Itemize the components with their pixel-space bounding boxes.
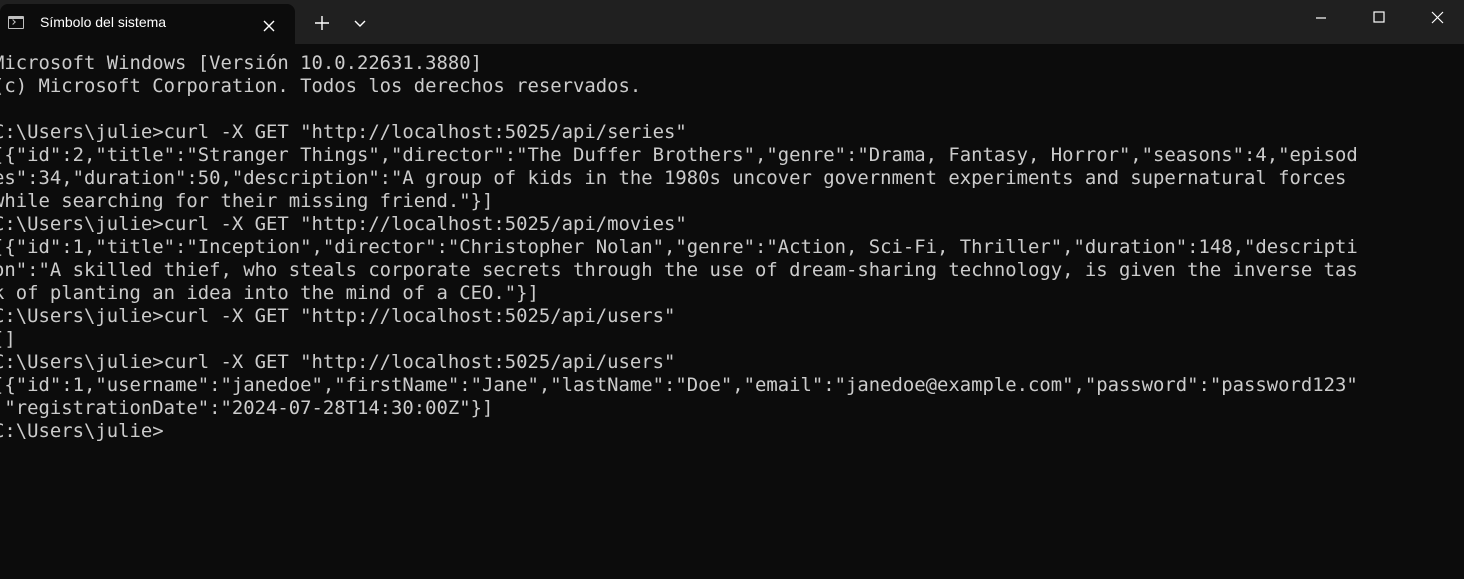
title-bar[interactable]: Símbolo del sistema (0, 0, 1464, 44)
terminal-line: C:\Users\julie> (0, 420, 164, 442)
terminal-line: [] (0, 328, 16, 350)
tab-title: Símbolo del sistema (40, 14, 167, 30)
terminal-output[interactable]: Microsoft Windows [Versión 10.0.22631.38… (0, 52, 1453, 443)
terminal-line: on":"A skilled thief, who steals corpora… (0, 259, 1358, 281)
plus-icon (315, 16, 329, 30)
maximize-button[interactable] (1350, 0, 1408, 36)
terminal-line: C:\Users\julie>curl -X GET "http://local… (0, 121, 687, 143)
tab-dropdown-button[interactable] (346, 8, 374, 38)
terminal-line: es":34,"duration":50,"description":"A gr… (0, 167, 1347, 189)
terminal-icon (8, 16, 24, 29)
terminal-line: [{"id":1,"title":"Inception","director":… (0, 236, 1358, 258)
close-window-button[interactable] (1406, 0, 1464, 36)
tab-simbolo-del-sistema[interactable]: Símbolo del sistema (0, 4, 295, 44)
chevron-down-icon (354, 20, 366, 27)
terminal-line: while searching for their missing friend… (0, 190, 494, 212)
terminal-line: Microsoft Windows [Versión 10.0.22631.38… (0, 52, 483, 74)
terminal-line: [{"id":2,"title":"Stranger Things","dire… (0, 144, 1358, 166)
close-icon (263, 20, 275, 32)
close-icon (1431, 11, 1444, 24)
terminal-line: C:\Users\julie>curl -X GET "http://local… (0, 351, 676, 373)
minimize-button[interactable] (1292, 0, 1350, 36)
terminal-line: C:\Users\julie>curl -X GET "http://local… (0, 213, 687, 235)
tab-close-button[interactable] (255, 12, 283, 40)
terminal-line: k of planting an idea into the mind of a… (0, 282, 539, 304)
terminal-line: C:\Users\julie>curl -X GET "http://local… (0, 305, 676, 327)
maximize-icon (1373, 11, 1385, 23)
terminal-line: ,"registrationDate":"2024-07-28T14:30:00… (0, 397, 494, 419)
terminal-line: (c) Microsoft Corporation. Todos los der… (0, 75, 642, 97)
minimize-icon (1316, 17, 1326, 19)
new-tab-button[interactable] (307, 8, 337, 38)
terminal-window: Símbolo del sistema Microsoft Windows [V… (0, 0, 1464, 579)
terminal-line: [{"id":1,"username":"janedoe","firstName… (0, 374, 1358, 396)
